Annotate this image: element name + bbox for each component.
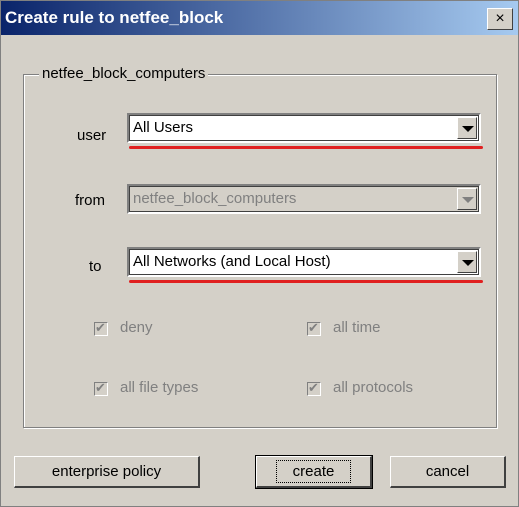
close-icon: × [495,10,505,27]
to-combobox[interactable]: All Networks (and Local Host) [127,247,481,277]
create-label: create [275,460,352,483]
group-label: netfee_block_computers [39,65,209,82]
all-file-types-checkbox[interactable] [94,380,108,396]
from-value: netfee_block_computers [133,190,297,207]
deny-checkbox[interactable] [94,320,108,336]
user-dropdown-arrow-icon[interactable] [457,117,477,139]
deny-label: deny [120,319,153,336]
title-bar[interactable]: Create rule to netfee_block × [1,1,518,35]
from-combobox[interactable]: netfee_block_computers [127,184,481,214]
to-value: All Networks (and Local Host) [133,253,331,270]
all-protocols-label: all protocols [333,379,414,396]
to-label: to [89,258,102,275]
from-dropdown-arrow-icon[interactable] [457,188,477,210]
user-red-underline [129,146,483,149]
close-button[interactable]: × [487,8,513,30]
all-file-types-label: all file types [120,379,199,396]
cancel-button[interactable]: cancel [390,456,506,488]
all-time-checkbox[interactable] [307,320,321,336]
from-label: from [75,192,105,209]
dialog-window: Create rule to netfee_block × netfee_blo… [0,0,519,507]
to-dropdown-arrow-icon[interactable] [457,251,477,273]
create-button[interactable]: create [255,455,373,489]
user-value: All Users [133,119,194,136]
enterprise-policy-button[interactable]: enterprise policy [14,456,200,488]
dialog-title: Create rule to netfee_block [5,8,224,27]
user-label: user [77,127,107,144]
to-red-underline [129,280,483,283]
all-time-label: all time [333,319,381,336]
user-combobox[interactable]: All Users [127,113,481,143]
all-protocols-checkbox[interactable] [307,380,321,396]
